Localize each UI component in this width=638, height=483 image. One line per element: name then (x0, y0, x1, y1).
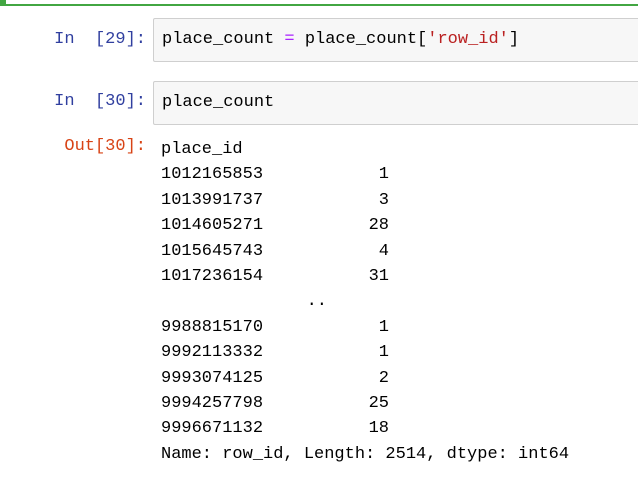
input-prompt-29: In [29]: (54, 30, 146, 49)
series-row-value: 3 (378, 190, 389, 210)
code-cell-30[interactable]: place_count (153, 81, 638, 125)
series-index-name: place_id (161, 140, 243, 159)
code-line-30: place_count (162, 93, 275, 112)
series-ellipsis: .. (306, 292, 327, 312)
series-row-index: 9988815170 (161, 317, 264, 337)
series-row: 9988815170 1 (161, 315, 569, 340)
series-row-index: 9992113332 (161, 343, 264, 363)
series-row: 1014605271 28 (161, 213, 569, 238)
series-footer: Name: row_id, Length: 2514, dtype: int64 (161, 444, 570, 464)
series-row-index: 1012165853 (161, 165, 264, 185)
output-prompt-30: Out[30]: (64, 137, 146, 156)
code-token-string: 'row_id' (427, 30, 509, 49)
series-row: 9992113332 1 (161, 340, 569, 365)
code-token-close: ] (508, 30, 520, 49)
input-prompt-30: In [30]: (54, 92, 146, 111)
series-row-value: 28 (368, 216, 389, 236)
series-row-value: 1 (378, 165, 389, 185)
series-row-value: 1 (378, 317, 389, 337)
code-cell-29[interactable]: place_count = place_count['row_id'] (153, 18, 638, 62)
code-token-lhs: place_count (162, 30, 275, 49)
series-row: 9993074125 2 (161, 366, 569, 391)
series-row-index: 1014605271 (161, 216, 264, 236)
series-row-index: 1015645743 (161, 241, 264, 261)
series-row-value: 1 (378, 343, 389, 363)
series-row-index: 9996671132 (161, 419, 264, 439)
series-ellipsis-row: .. (161, 289, 569, 314)
series-row-index: 1017236154 (161, 266, 264, 286)
code-token-operator: = (284, 30, 295, 49)
series-row: 1012165853 1 (161, 162, 569, 187)
series-row-index: 9993074125 (161, 368, 264, 388)
series-row: 1013991737 3 (161, 188, 569, 213)
selected-cell-border (0, 0, 638, 6)
series-row-value: 31 (368, 266, 389, 286)
output-area-30: place_id 1012165853 1 1013991737 3 1014605… (161, 137, 569, 467)
series-row: 9996671132 18 (161, 416, 569, 441)
series-row-index: 9994257798 (161, 393, 264, 413)
series-row: 1017236154 31 (161, 264, 569, 289)
code-line-29: place_count = place_count['row_id'] (162, 30, 519, 49)
series-row: 9994257798 25 (161, 391, 569, 416)
series-row-value: 2 (378, 368, 389, 388)
series-row-value: 4 (378, 241, 389, 261)
series-row-value: 25 (368, 393, 389, 413)
series-row-value: 18 (368, 419, 389, 439)
series-row: 1015645743 4 (161, 239, 569, 264)
series-row-index: 1013991737 (161, 190, 264, 210)
code-token-rhs: place_count[ (304, 30, 428, 49)
